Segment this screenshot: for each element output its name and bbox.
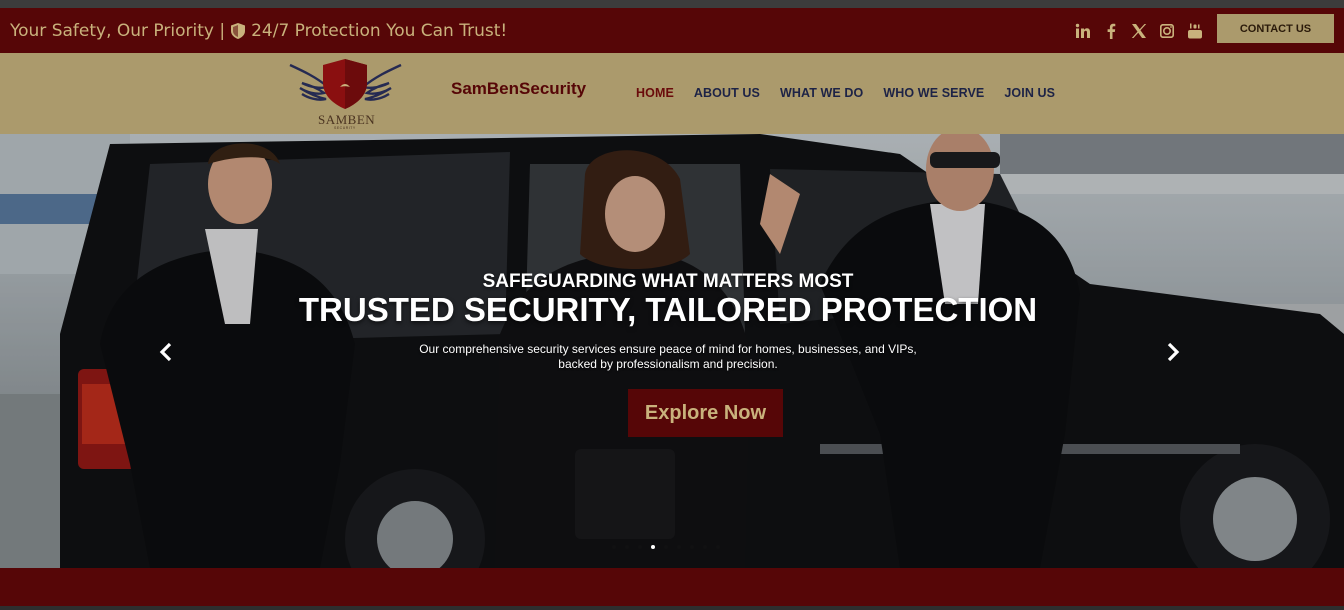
slider-prev-arrow-icon[interactable]	[154, 337, 178, 367]
logo[interactable]: SAMBEN SECURITY	[288, 57, 403, 131]
slider-dot[interactable]	[664, 545, 668, 549]
hero-subtitle: SAFEGUARDING WHAT MATTERS MOST	[482, 271, 854, 292]
slider-dot[interactable]	[703, 545, 707, 549]
facebook-icon[interactable]	[1102, 22, 1120, 40]
social-links	[1074, 8, 1204, 53]
footer-band	[0, 568, 1344, 606]
browser-top-strip	[0, 0, 1344, 8]
tagline: Your Safety, Our Priority | 24/7 Protect…	[10, 8, 507, 53]
top-announcement-bar: Your Safety, Our Priority | 24/7 Protect…	[0, 8, 1344, 53]
slider-dot[interactable]	[612, 545, 616, 549]
slider-dot[interactable]	[690, 545, 694, 549]
site-header: SAMBEN SECURITY SamBenSecurity HOME ABOU…	[0, 53, 1344, 134]
nav-join-us[interactable]: JOIN US	[1004, 86, 1055, 100]
slider-dot[interactable]	[651, 545, 655, 549]
logo-subtext: SECURITY	[334, 126, 356, 130]
contact-us-button[interactable]: CONTACT US	[1217, 14, 1334, 43]
instagram-icon[interactable]	[1158, 22, 1176, 40]
slider-dot[interactable]	[677, 545, 681, 549]
youtube-icon[interactable]	[1186, 22, 1204, 40]
slider-next-arrow-icon[interactable]	[1161, 337, 1185, 367]
brand-name[interactable]: SamBenSecurity	[451, 79, 586, 99]
nav-home[interactable]: HOME	[636, 86, 674, 100]
tagline-left: Your Safety, Our Priority |	[10, 20, 226, 41]
main-navigation: HOME ABOUT US WHAT WE DO WHO WE SERVE JO…	[636, 86, 1055, 100]
x-icon[interactable]	[1130, 22, 1148, 40]
hero-title: TRUSTED SECURITY, TAILORED PROTECTION	[298, 291, 1038, 328]
hero-description: Our comprehensive security services ensu…	[419, 342, 917, 371]
linkedin-icon[interactable]	[1074, 22, 1092, 40]
tagline-right: 24/7 Protection You Can Trust!	[251, 20, 508, 41]
slider-dots	[612, 545, 720, 549]
bottom-strip	[0, 606, 1344, 610]
explore-now-button[interactable]: Explore Now	[628, 389, 783, 437]
hero-slider: SAFEGUARDING WHAT MATTERS MOST TRUSTED S…	[0, 134, 1344, 568]
slider-dot[interactable]	[638, 545, 642, 549]
shield-icon	[231, 22, 246, 39]
nav-what-we-do[interactable]: WHAT WE DO	[780, 86, 863, 100]
slider-dot[interactable]	[716, 545, 720, 549]
slider-dot[interactable]	[625, 545, 629, 549]
nav-who-we-serve[interactable]: WHO WE SERVE	[883, 86, 984, 100]
nav-about-us[interactable]: ABOUT US	[694, 86, 760, 100]
